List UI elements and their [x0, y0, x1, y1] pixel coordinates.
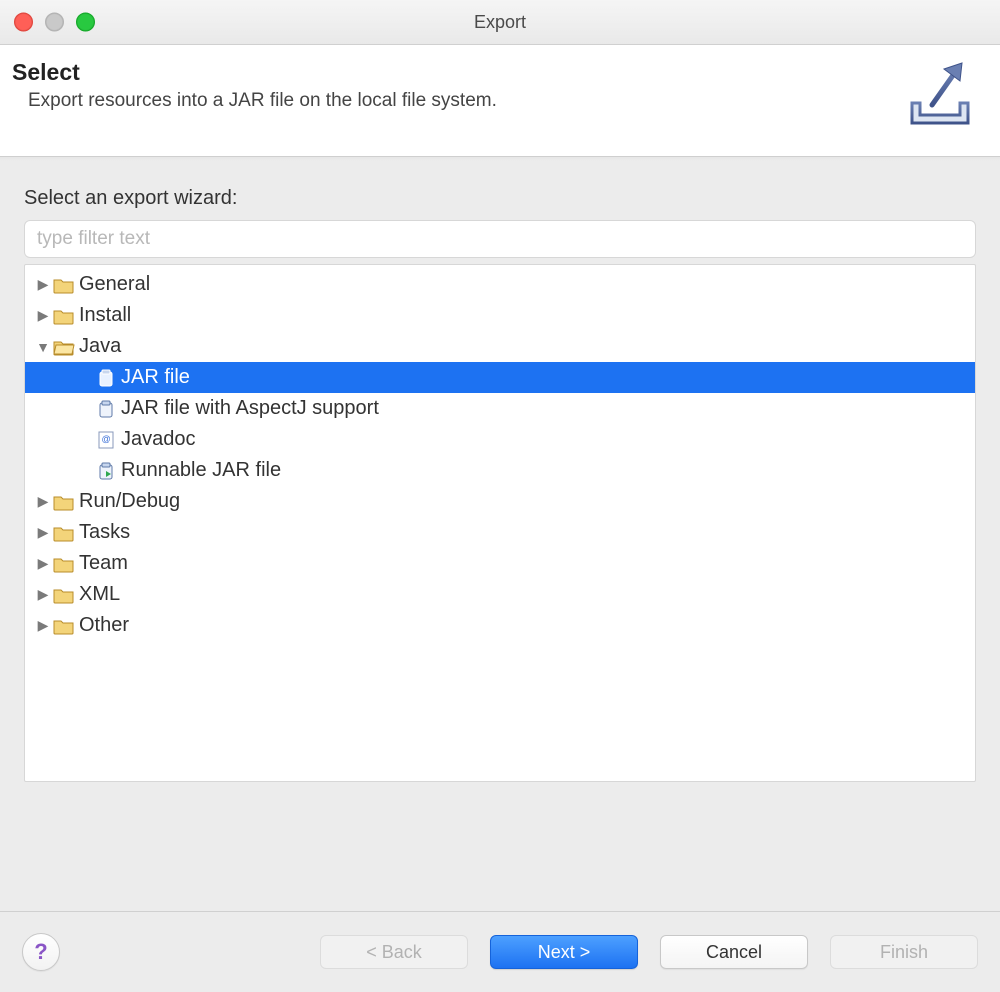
- javadoc-icon: @: [95, 431, 117, 449]
- tree-item-jar-file-with-aspectj-support[interactable]: JAR file with AspectJ support: [25, 393, 975, 424]
- wizard-list-label: Select an export wizard:: [24, 187, 976, 210]
- tree-folder-other[interactable]: ▶ Other: [25, 610, 975, 641]
- runnable-jar-icon: [95, 462, 117, 480]
- folder-icon: [53, 493, 75, 511]
- export-wizard-tree[interactable]: ▶ General▶ Install▼ Java JAR file JAR fi…: [24, 264, 976, 782]
- tree-folder-java[interactable]: ▼ Java: [25, 331, 975, 362]
- tree-label: JAR file: [121, 366, 190, 389]
- chevron-right-icon[interactable]: ▶: [35, 524, 51, 541]
- wizard-header: Select Export resources into a JAR file …: [0, 45, 1000, 157]
- finish-button: Finish: [830, 935, 978, 969]
- tree-label: Java: [79, 335, 121, 358]
- title-bar: Export: [0, 0, 1000, 45]
- chevron-right-icon[interactable]: ▶: [35, 276, 51, 293]
- folder-icon: [53, 586, 75, 604]
- tree-label: General: [79, 273, 150, 296]
- window-controls: [14, 13, 95, 32]
- next-button[interactable]: Next >: [490, 935, 638, 969]
- tree-folder-xml[interactable]: ▶ XML: [25, 579, 975, 610]
- tree-folder-tasks[interactable]: ▶ Tasks: [25, 517, 975, 548]
- folder-icon: [53, 276, 75, 294]
- tree-folder-install[interactable]: ▶ Install: [25, 300, 975, 331]
- help-button[interactable]: ?: [22, 933, 60, 971]
- tree-label: Runnable JAR file: [121, 459, 281, 482]
- folder-icon: [53, 555, 75, 573]
- tree-label: Team: [79, 552, 128, 575]
- chevron-right-icon[interactable]: ▶: [35, 617, 51, 634]
- chevron-right-icon[interactable]: ▶: [35, 307, 51, 324]
- folder-icon: [53, 307, 75, 325]
- window-close-button[interactable]: [14, 13, 33, 32]
- window-title: Export: [474, 12, 526, 33]
- tree-label: Install: [79, 304, 131, 327]
- filter-input[interactable]: [24, 220, 976, 258]
- wizard-heading: Select: [12, 59, 978, 86]
- svg-text:@: @: [101, 434, 110, 444]
- chevron-right-icon[interactable]: ▶: [35, 493, 51, 510]
- chevron-down-icon[interactable]: ▼: [35, 339, 51, 355]
- tree-item-runnable-jar-file[interactable]: Runnable JAR file: [25, 455, 975, 486]
- back-button: < Back: [320, 935, 468, 969]
- folder-icon: [53, 524, 75, 542]
- jar-file-icon: [95, 369, 117, 387]
- wizard-content: Select an export wizard: ▶ General▶ Inst…: [0, 161, 1000, 792]
- tree-label: XML: [79, 583, 120, 606]
- tree-folder-run-debug[interactable]: ▶ Run/Debug: [25, 486, 975, 517]
- tree-item-javadoc[interactable]: @ Javadoc: [25, 424, 975, 455]
- tree-item-jar-file[interactable]: JAR file: [25, 362, 975, 393]
- folder-icon: [53, 617, 75, 635]
- tree-label: JAR file with AspectJ support: [121, 397, 379, 420]
- chevron-right-icon[interactable]: ▶: [35, 555, 51, 572]
- tree-label: Run/Debug: [79, 490, 180, 513]
- wizard-footer: ? < Back Next > Cancel Finish: [0, 912, 1000, 992]
- tree-label: Tasks: [79, 521, 130, 544]
- wizard-subtitle: Export resources into a JAR file on the …: [28, 90, 978, 112]
- tree-label: Javadoc: [121, 428, 196, 451]
- window-zoom-button[interactable]: [76, 13, 95, 32]
- tree-label: Other: [79, 614, 129, 637]
- folder-icon: [53, 338, 75, 356]
- export-icon: [902, 57, 978, 133]
- tree-folder-general[interactable]: ▶ General: [25, 269, 975, 300]
- cancel-button[interactable]: Cancel: [660, 935, 808, 969]
- window-minimize-button[interactable]: [45, 13, 64, 32]
- jar-file-icon: [95, 400, 117, 418]
- chevron-right-icon[interactable]: ▶: [35, 586, 51, 603]
- tree-folder-team[interactable]: ▶ Team: [25, 548, 975, 579]
